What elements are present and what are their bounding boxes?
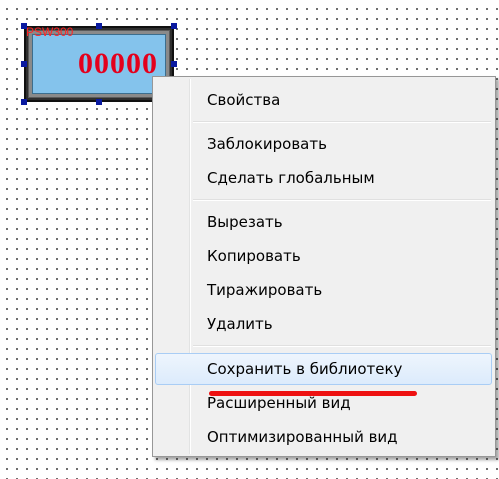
widget-value: 00000 — [78, 47, 158, 80]
resize-handle-top-left[interactable] — [21, 23, 27, 29]
menu-item-cut[interactable]: Вырезать — [155, 206, 492, 238]
menu-item-extended-view[interactable]: Расширенный вид — [155, 387, 492, 419]
menu-item-optimized-view[interactable]: Оптимизированный вид — [155, 421, 492, 453]
menu-item-make-global[interactable]: Сделать глобальным — [155, 162, 492, 194]
menu-separator — [193, 121, 491, 123]
menu-item-copy[interactable]: Копировать — [155, 240, 492, 272]
menu-item-delete[interactable]: Удалить — [155, 308, 492, 340]
resize-handle-top-right[interactable] — [171, 23, 177, 29]
menu-item-properties[interactable]: Свойства — [155, 84, 492, 116]
resize-handle-left[interactable] — [21, 61, 27, 67]
resize-handle-top[interactable] — [96, 23, 102, 29]
context-menu: Свойства Заблокировать Сделать глобальны… — [152, 76, 496, 457]
menu-item-save-to-library[interactable]: Сохранить в библиотеку — [155, 353, 492, 385]
resize-handle-bottom-left[interactable] — [21, 99, 27, 105]
widget-tag-label: PSW300 — [26, 25, 74, 39]
menu-separator — [193, 345, 491, 347]
menu-separator — [193, 199, 491, 201]
menu-item-lock[interactable]: Заблокировать — [155, 128, 492, 160]
resize-handle-right[interactable] — [171, 61, 177, 67]
menu-item-replicate[interactable]: Тиражировать — [155, 274, 492, 306]
resize-handle-bottom[interactable] — [96, 99, 102, 105]
